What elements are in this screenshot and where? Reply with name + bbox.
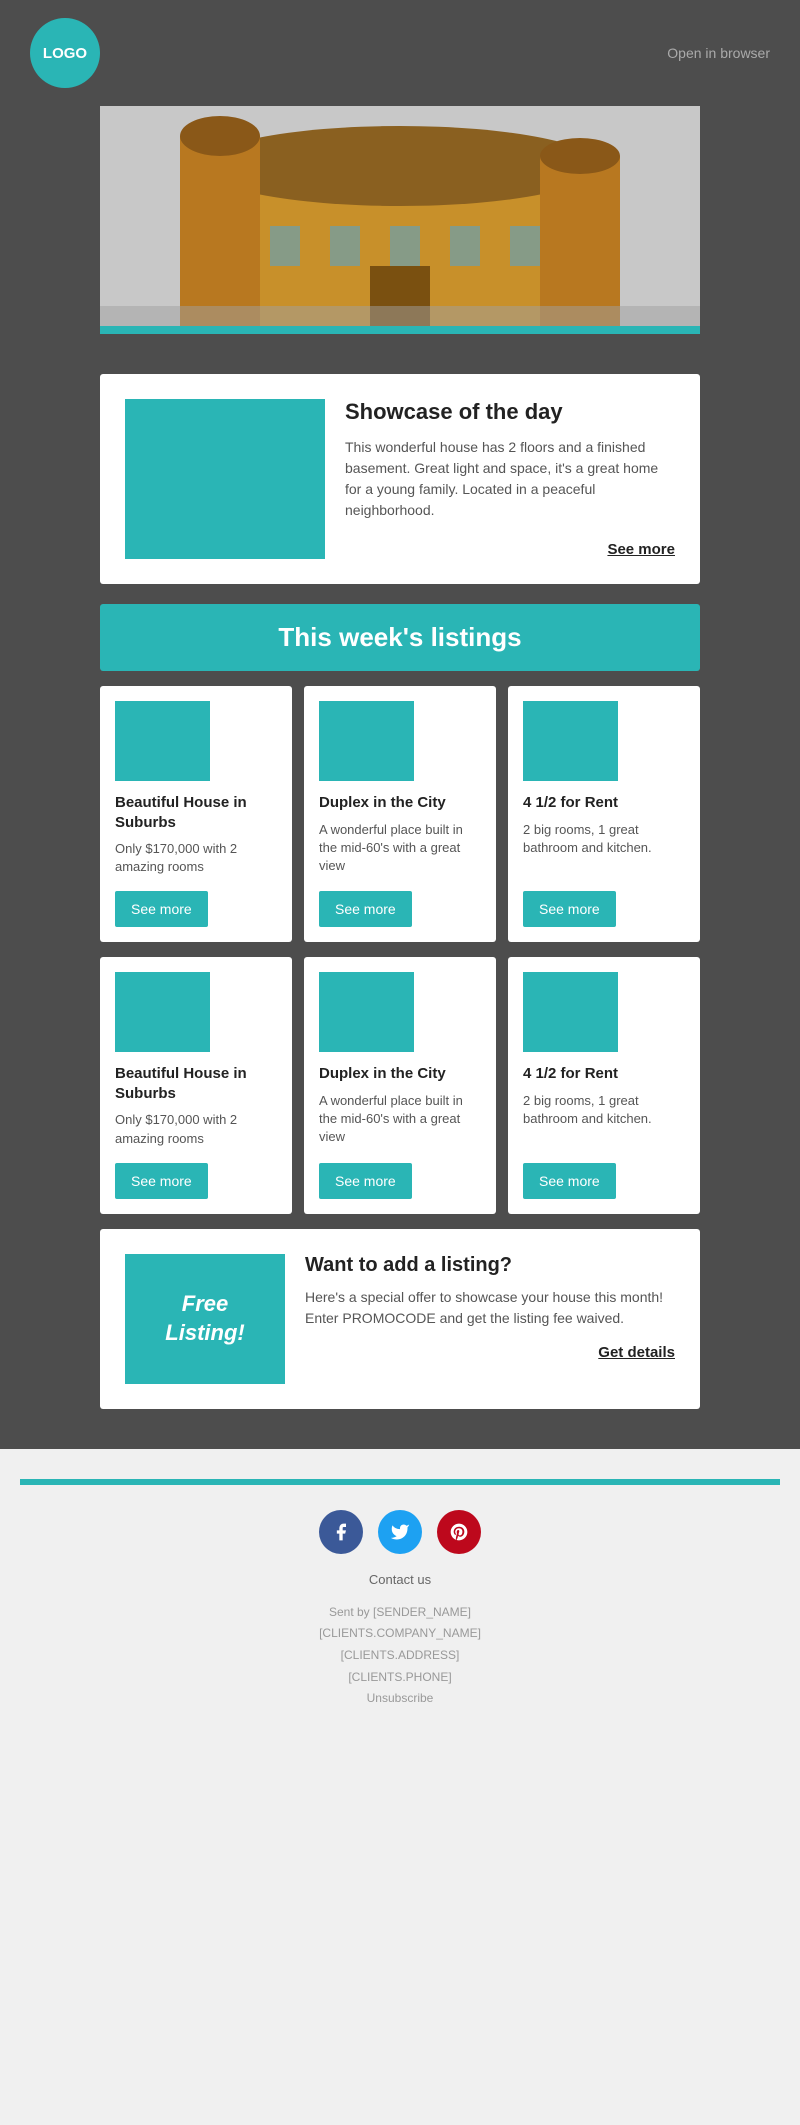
promo-image: FreeListing! [125,1254,285,1384]
showcase-description: This wonderful house has 2 floors and a … [345,437,675,521]
listing-desc-2: A wonderful place built in the mid-60's … [319,821,481,877]
listing-title-6: 4 1/2 for Rent [523,1064,685,1084]
showcase-card: Showcase of the day This wonderful house… [100,374,700,584]
listing-desc-3: 2 big rooms, 1 great bathroom and kitche… [523,821,685,877]
hero-building-svg [100,106,700,326]
listing-image-5 [319,972,414,1052]
teal-divider [100,326,700,334]
showcase-see-more[interactable]: See more [345,541,675,558]
facebook-icon[interactable] [319,1510,363,1554]
footer-phone: [CLIENTS.PHONE] [20,1667,780,1689]
listing-card-4: Beautiful House in Suburbs Only $170,000… [100,957,292,1213]
listing-image-4 [115,972,210,1052]
showcase-image [125,399,325,559]
promo-card: FreeListing! Want to add a listing? Here… [100,1229,700,1409]
listing-see-more-btn-6[interactable]: See more [523,1163,616,1199]
email-footer: Contact us Sent by [SENDER_NAME] [CLIENT… [0,1449,800,1740]
listing-image-2 [319,701,414,781]
listing-desc-6: 2 big rooms, 1 great bathroom and kitche… [523,1092,685,1148]
listing-card-6: 4 1/2 for Rent 2 big rooms, 1 great bath… [508,957,700,1213]
open-in-browser-link[interactable]: Open in browser [667,45,770,61]
promo-text: Want to add a listing? Here's a special … [305,1254,675,1384]
logo: LOGO [30,18,100,88]
get-details-link[interactable]: Get details [305,1344,675,1361]
listing-title-1: Beautiful House in Suburbs [115,793,277,832]
main-content: Showcase of the day This wonderful house… [0,334,800,1449]
hero-image [100,106,700,326]
contact-us-link[interactable]: Contact us [20,1572,780,1587]
listing-see-more-btn-1[interactable]: See more [115,891,208,927]
listing-card-1: Beautiful House in Suburbs Only $170,000… [100,686,292,942]
listing-desc-1: Only $170,000 with 2 amazing rooms [115,840,277,876]
listing-image-6 [523,972,618,1052]
listings-row-2: Beautiful House in Suburbs Only $170,000… [100,957,700,1213]
listing-desc-4: Only $170,000 with 2 amazing rooms [115,1111,277,1147]
listing-card-3: 4 1/2 for Rent 2 big rooms, 1 great bath… [508,686,700,942]
listings-row-1: Beautiful House in Suburbs Only $170,000… [100,686,700,942]
footer-sent-by: Sent by [SENDER_NAME] [20,1602,780,1624]
promo-image-text: FreeListing! [165,1290,244,1347]
listing-see-more-btn-3[interactable]: See more [523,891,616,927]
email-header: LOGO Open in browser [0,0,800,106]
listing-image-3 [523,701,618,781]
footer-unsubscribe[interactable]: Unsubscribe [20,1688,780,1710]
listing-card-5: Duplex in the City A wonderful place bui… [304,957,496,1213]
teal-footer-bar [20,1479,780,1485]
showcase-title: Showcase of the day [345,399,675,425]
listing-see-more-btn-2[interactable]: See more [319,891,412,927]
social-icons [20,1510,780,1554]
showcase-text: Showcase of the day This wonderful house… [345,399,675,559]
listing-title-4: Beautiful House in Suburbs [115,1064,277,1103]
listing-title-2: Duplex in the City [319,793,481,813]
listing-title-5: Duplex in the City [319,1064,481,1084]
twitter-icon[interactable] [378,1510,422,1554]
footer-address: [CLIENTS.ADDRESS] [20,1645,780,1667]
listing-desc-5: A wonderful place built in the mid-60's … [319,1092,481,1148]
pinterest-icon[interactable] [437,1510,481,1554]
footer-company: [CLIENTS.COMPANY_NAME] [20,1623,780,1645]
listing-title-3: 4 1/2 for Rent [523,793,685,813]
promo-title: Want to add a listing? [305,1254,675,1277]
listing-image-1 [115,701,210,781]
promo-description: Here's a special offer to showcase your … [305,1287,675,1329]
listing-see-more-btn-5[interactable]: See more [319,1163,412,1199]
footer-meta: Sent by [SENDER_NAME] [CLIENTS.COMPANY_N… [20,1602,780,1710]
listing-card-2: Duplex in the City A wonderful place bui… [304,686,496,942]
listing-see-more-btn-4[interactable]: See more [115,1163,208,1199]
listings-header: This week's listings [100,604,700,671]
